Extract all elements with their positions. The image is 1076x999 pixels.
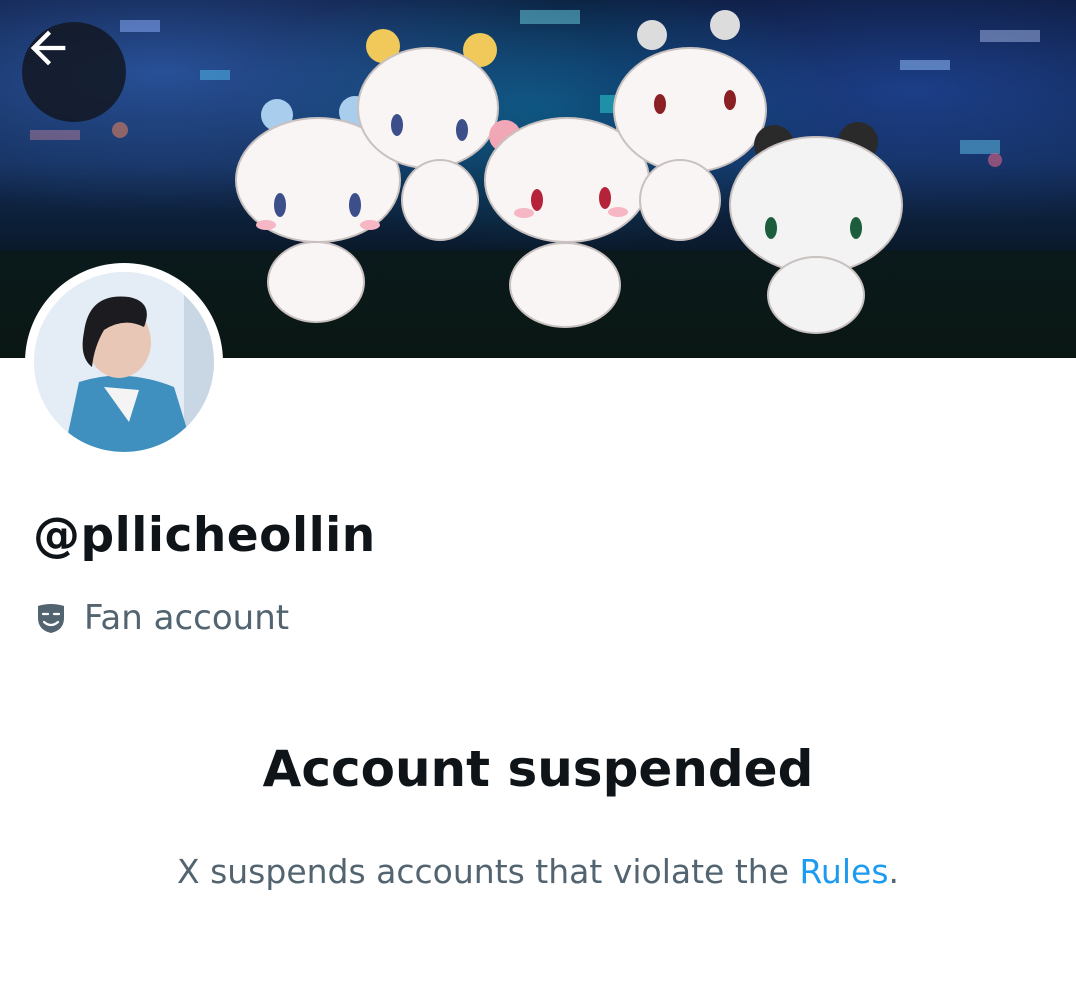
- suspended-description-period: .: [888, 852, 900, 891]
- suspended-heading: Account suspended: [262, 740, 814, 798]
- avatar-image: [34, 272, 214, 452]
- profile-category: Fan account: [36, 598, 289, 638]
- category-label: Fan account: [84, 598, 290, 638]
- theater-masks-icon: [38, 604, 64, 633]
- back-button[interactable]: [22, 22, 126, 122]
- profile-avatar[interactable]: [25, 263, 223, 461]
- suspended-description: X suspends accounts that violate the Rul…: [0, 852, 1076, 891]
- arrow-left-icon: [30, 30, 66, 66]
- suspended-description-text: X suspends accounts that violate the: [176, 852, 800, 891]
- profile-handle: @pllicheollin: [33, 508, 376, 563]
- rules-link[interactable]: Rules: [799, 852, 888, 891]
